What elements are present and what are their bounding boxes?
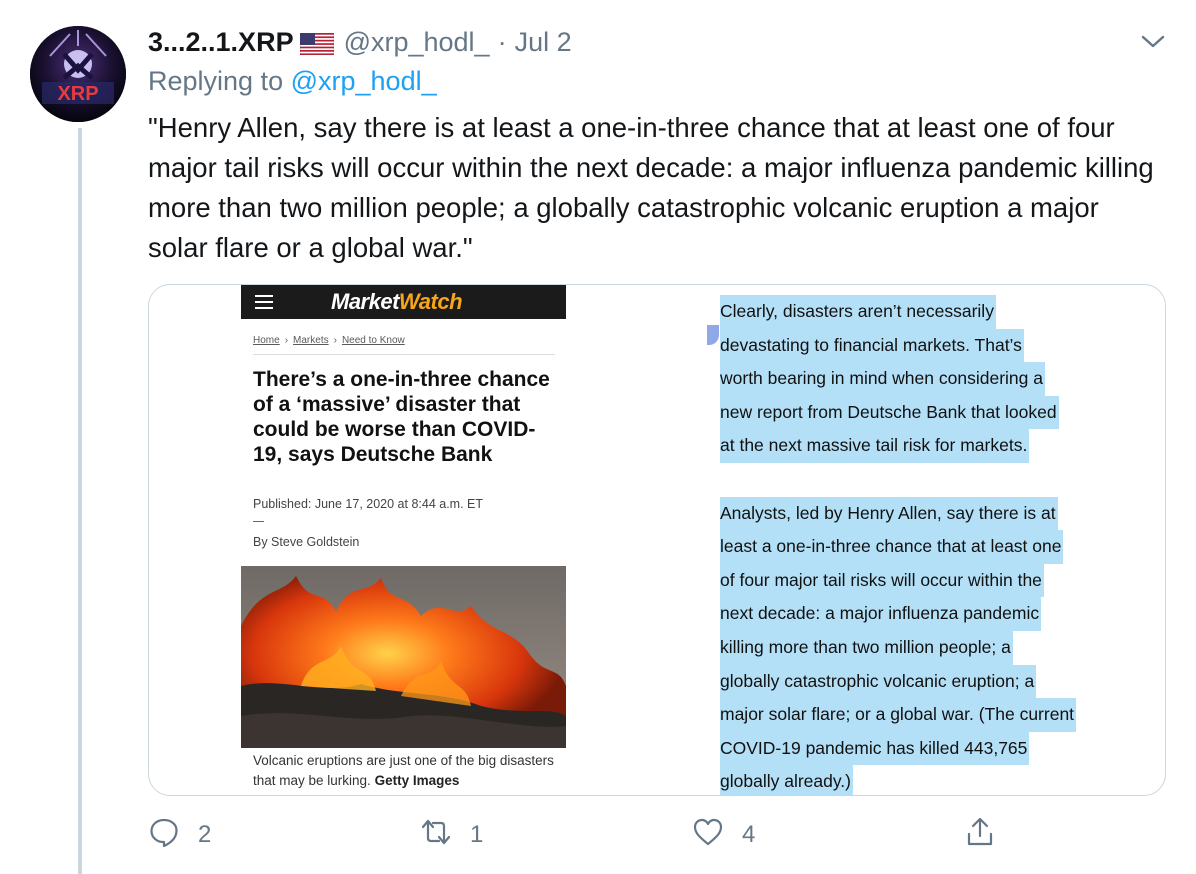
breadcrumb-home: Home bbox=[253, 335, 280, 346]
photo-caption: Volcanic eruptions are just one of the b… bbox=[253, 751, 563, 791]
breadcrumb: Home › Markets › Need to Know bbox=[253, 335, 405, 346]
selected-line: worth bearing in mind when considering a bbox=[720, 362, 1045, 396]
tweet-text: "Henry Allen, say there is at least a on… bbox=[148, 112, 1154, 263]
selected-line: of four major tail risks will occur with… bbox=[720, 563, 1044, 598]
selected-line: COVID-19 pandemic has killed 443,765 bbox=[720, 731, 1030, 766]
retweet-count: 1 bbox=[470, 821, 484, 848]
replying-mention[interactable]: @xrp_hodl_ bbox=[291, 66, 437, 96]
article-byline: By Steve Goldstein bbox=[253, 535, 360, 549]
selected-line: next decade: a major influenza pandemic bbox=[720, 597, 1042, 631]
like-count: 4 bbox=[742, 821, 756, 848]
selected-article-text: Clearly, disasters aren’t necessarily de… bbox=[720, 295, 1140, 795]
separator-dot: · bbox=[497, 26, 507, 57]
selected-line: at the next massive tail risk for market… bbox=[720, 429, 1030, 463]
tweet-actions: 2 1 4 bbox=[148, 815, 1168, 855]
replying-to: Replying to @xrp_hodl_ bbox=[148, 66, 437, 97]
chevron-down-icon[interactable] bbox=[1138, 28, 1168, 54]
tweet-media-image[interactable]: MarketWatch Home › Markets › Need to Know Th… bbox=[148, 284, 1166, 796]
avatar-text: XRP bbox=[57, 83, 98, 105]
selected-line: globally already.) bbox=[720, 765, 853, 795]
selected-line: major solar flare; or a global war. (The… bbox=[720, 698, 1077, 732]
reply-icon bbox=[148, 816, 180, 855]
marketwatch-logo: MarketWatch bbox=[331, 289, 463, 315]
hamburger-menu-icon bbox=[255, 294, 275, 310]
byline-divider bbox=[253, 521, 264, 522]
share-button[interactable] bbox=[964, 815, 996, 855]
volcano-photo bbox=[241, 566, 566, 748]
heart-icon bbox=[692, 816, 724, 855]
logo-watch: Watch bbox=[398, 289, 463, 314]
marketwatch-header: MarketWatch bbox=[241, 285, 566, 319]
selection-handle-icon bbox=[707, 325, 719, 345]
selected-line: devastating to financial markets. That’s bbox=[720, 328, 1024, 363]
display-name[interactable]: 3...2..1.XRP bbox=[148, 27, 294, 58]
avatar[interactable]: XRP bbox=[30, 26, 126, 122]
selected-line: killing more than two million people; a bbox=[720, 630, 1013, 665]
logo-market: Market bbox=[331, 289, 399, 314]
selected-line: globally catastrophic volcanic eruption;… bbox=[720, 664, 1037, 699]
replying-label: Replying to bbox=[148, 66, 284, 96]
article-published: Published: June 17, 2020 at 8:44 a.m. ET bbox=[253, 497, 484, 511]
tweet-date[interactable]: Jul 2 bbox=[515, 27, 572, 58]
breadcrumb-separator: › bbox=[333, 335, 337, 346]
selected-line: new report from Deutsche Bank that looke… bbox=[720, 395, 1059, 430]
handle[interactable]: @xrp_hodl_ bbox=[344, 27, 490, 58]
article-headline: There’s a one-in-three chance of a ‘mass… bbox=[253, 368, 550, 466]
avatar-image: XRP bbox=[30, 26, 126, 122]
reply-count: 2 bbox=[198, 821, 212, 848]
reply-button[interactable]: 2 bbox=[148, 815, 211, 855]
retweet-button[interactable]: 1 bbox=[420, 815, 483, 855]
retweet-icon bbox=[420, 816, 452, 855]
caption-credit: Getty Images bbox=[374, 773, 460, 788]
thread-line bbox=[78, 128, 82, 874]
selected-line: least a one-in-three chance that at leas… bbox=[720, 530, 1064, 564]
breadcrumb-need-to-know: Need to Know bbox=[341, 335, 405, 346]
tweet-header: 3...2..1.XRP @xrp_hodl_ · Jul 2 bbox=[148, 24, 572, 60]
selected-line: Analysts, led by Henry Allen, say there … bbox=[720, 496, 1058, 531]
share-icon bbox=[964, 816, 996, 855]
selected-line: Clearly, disasters aren’t necessarily bbox=[720, 295, 996, 329]
breadcrumb-markets: Markets bbox=[293, 335, 329, 346]
breadcrumb-divider bbox=[253, 354, 555, 355]
breadcrumb-separator: › bbox=[284, 335, 289, 346]
us-flag-icon bbox=[299, 31, 334, 56]
like-button[interactable]: 4 bbox=[692, 815, 755, 855]
